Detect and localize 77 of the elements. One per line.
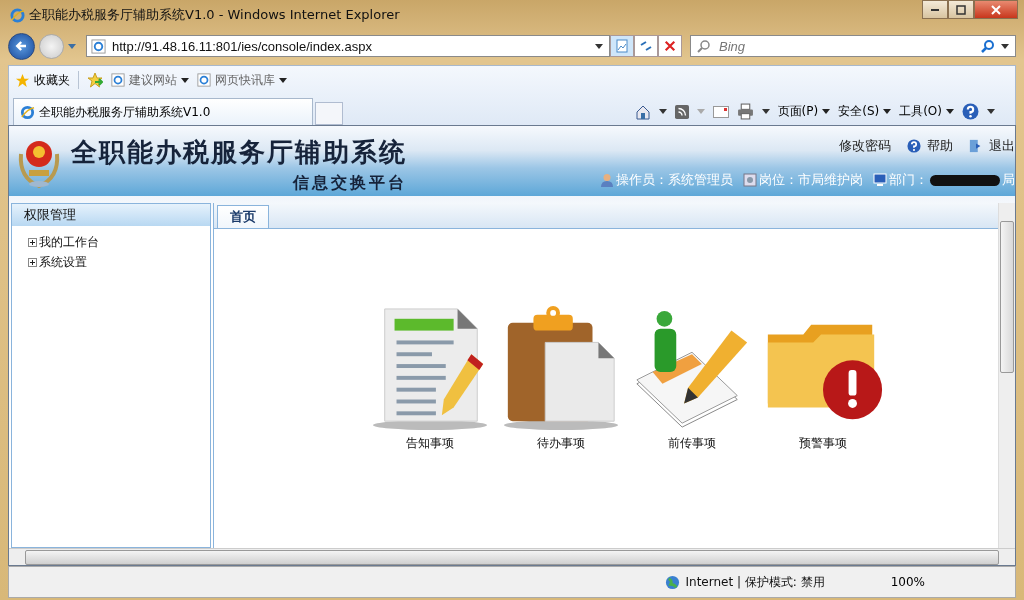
caret-icon — [883, 109, 892, 114]
redaction-bar — [930, 174, 1000, 186]
command-menu[interactable]: 工具(O) — [899, 103, 954, 120]
mail-icon[interactable] — [712, 105, 729, 118]
globe-icon — [664, 574, 680, 590]
tree-item[interactable]: 系统设置 — [39, 253, 87, 271]
security-zone: Internet | 保护模式: 禁用 — [685, 573, 825, 591]
caret-icon[interactable] — [595, 43, 603, 49]
shortcut-label[interactable]: 待办事项 — [536, 435, 585, 452]
address-field[interactable]: http://91.48.16.11:801/ies/console/index.aspx — [86, 35, 610, 57]
refresh-button[interactable] — [634, 35, 658, 57]
add-favorite-icon[interactable] — [87, 72, 103, 88]
maximize-icon — [956, 4, 966, 15]
badge-icon — [743, 173, 757, 187]
browser-tab[interactable]: 全职能办税服务厅辅助系统V1.0 — [13, 98, 313, 125]
back-button[interactable] — [8, 32, 35, 60]
browser-logo-icon — [10, 7, 25, 23]
caret-icon[interactable] — [987, 109, 995, 114]
caret-icon — [822, 109, 831, 114]
page-icon — [197, 73, 211, 87]
search-box[interactable]: Bing — [690, 35, 1016, 57]
caret-icon[interactable] — [1001, 43, 1009, 49]
caret-icon[interactable] — [658, 109, 667, 114]
page-icon — [111, 73, 125, 87]
help-icon[interactable] — [962, 103, 979, 120]
user-info-text: 部门： — [889, 171, 928, 189]
star-icon — [15, 72, 30, 88]
header-link[interactable]: 帮助 — [907, 137, 953, 155]
user-icon — [600, 173, 614, 187]
user-info-text: 局 — [1002, 171, 1015, 189]
shortcut-label[interactable]: 告知事项 — [405, 435, 454, 452]
close-icon — [991, 4, 1001, 15]
caret-icon — [946, 109, 954, 114]
caret-icon — [181, 77, 189, 83]
command-menu[interactable]: 安全(S) — [838, 103, 892, 120]
favorites-link[interactable]: 建议网站 — [111, 71, 189, 89]
stop-button[interactable] — [658, 35, 682, 57]
tree-item[interactable]: 我的工作台 — [39, 233, 99, 251]
window-title: 全职能办税服务厅辅助系统V1.0 - Windows Internet Explorer — [29, 6, 401, 24]
content-tab[interactable]: 首页 — [217, 205, 269, 228]
feed-icon[interactable] — [674, 104, 689, 119]
home-icon[interactable] — [634, 103, 651, 120]
page-chart-icon — [615, 39, 629, 53]
app-subtitle: 信息交换平台 — [293, 173, 407, 194]
search-field[interactable]: Bing — [717, 37, 975, 55]
shortcut-label[interactable]: 预警事项 — [798, 435, 847, 452]
monitor-icon — [873, 173, 887, 187]
user-info-text: 岗位：市局维护岗 — [759, 171, 863, 189]
sidebar-title: 权限管理 — [12, 204, 210, 226]
close-button[interactable] — [974, 0, 1018, 19]
minimize-icon — [931, 8, 939, 11]
horizontal-scrollbar[interactable] — [9, 548, 1015, 565]
user-info-text: 操作员：系统管理员 — [616, 171, 733, 189]
shortcut-label[interactable]: 前传事项 — [667, 435, 716, 452]
page-icon — [91, 38, 106, 54]
help-icon — [907, 139, 921, 153]
app-title: 全职能办税服务厅辅助系统 — [71, 136, 407, 169]
vertical-scrollbar[interactable] — [998, 203, 1015, 548]
caret-icon[interactable] — [761, 109, 770, 114]
close-icon — [664, 40, 676, 52]
expand-icon[interactable] — [28, 237, 37, 247]
favorites-button[interactable]: 收藏夹 — [15, 71, 70, 89]
minimize-button[interactable] — [922, 0, 948, 19]
header-link[interactable]: 退出 — [969, 137, 1015, 155]
browser-logo-icon — [20, 104, 35, 120]
search-icon — [697, 39, 711, 53]
exit-door-icon — [969, 138, 983, 154]
header-link[interactable]: 修改密码 — [839, 137, 891, 155]
search-icon[interactable] — [981, 39, 995, 53]
favorites-link[interactable]: 网页快讯库 — [197, 71, 287, 89]
print-icon[interactable] — [736, 103, 754, 120]
expand-icon[interactable] — [28, 257, 37, 267]
caret-icon — [279, 77, 287, 83]
command-menu[interactable]: 页面(P) — [777, 103, 831, 120]
maximize-button[interactable] — [948, 0, 974, 19]
zoom-level[interactable]: 100% — [890, 575, 925, 589]
compatibility-button[interactable] — [610, 35, 634, 57]
